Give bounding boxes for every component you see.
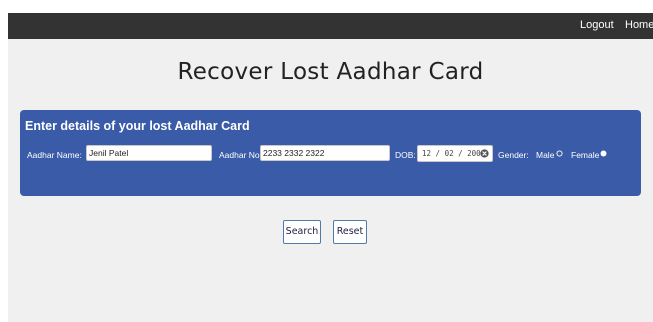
page-title: Recover Lost Aadhar Card	[177, 59, 484, 85]
dob-date-input[interactable]: 12 / 02 / 2004	[417, 145, 493, 162]
reset-button[interactable]: Reset	[333, 220, 367, 244]
top-navbar: Logout Home	[8, 13, 653, 39]
dob-label: DOB:	[395, 150, 416, 160]
gender-female-radio[interactable]	[600, 150, 607, 157]
home-link[interactable]: Home	[625, 19, 653, 31]
clear-date-icon[interactable]	[480, 149, 489, 158]
gender-male-radio[interactable]	[556, 150, 563, 157]
aadhar-name-input[interactable]	[86, 145, 212, 161]
search-button[interactable]: Search	[283, 220, 321, 244]
gender-label: Gender:	[498, 150, 529, 160]
gender-male-label: Male	[536, 150, 555, 160]
aadhar-name-label: Aadhar Name:	[27, 150, 82, 160]
aadhar-number-label: Aadhar No:	[219, 150, 262, 160]
search-form-panel: Enter details of your lost Aadhar Card A…	[20, 110, 641, 196]
dob-value: 12 / 02 / 2004	[422, 149, 486, 158]
logout-link[interactable]: Logout	[580, 19, 614, 31]
page-container: Logout Home Recover Lost Aadhar Card Ent…	[8, 13, 653, 322]
aadhar-number-input[interactable]	[260, 145, 390, 161]
gender-female-label: Female	[571, 150, 600, 160]
form-heading: Enter details of your lost Aadhar Card	[25, 119, 250, 133]
